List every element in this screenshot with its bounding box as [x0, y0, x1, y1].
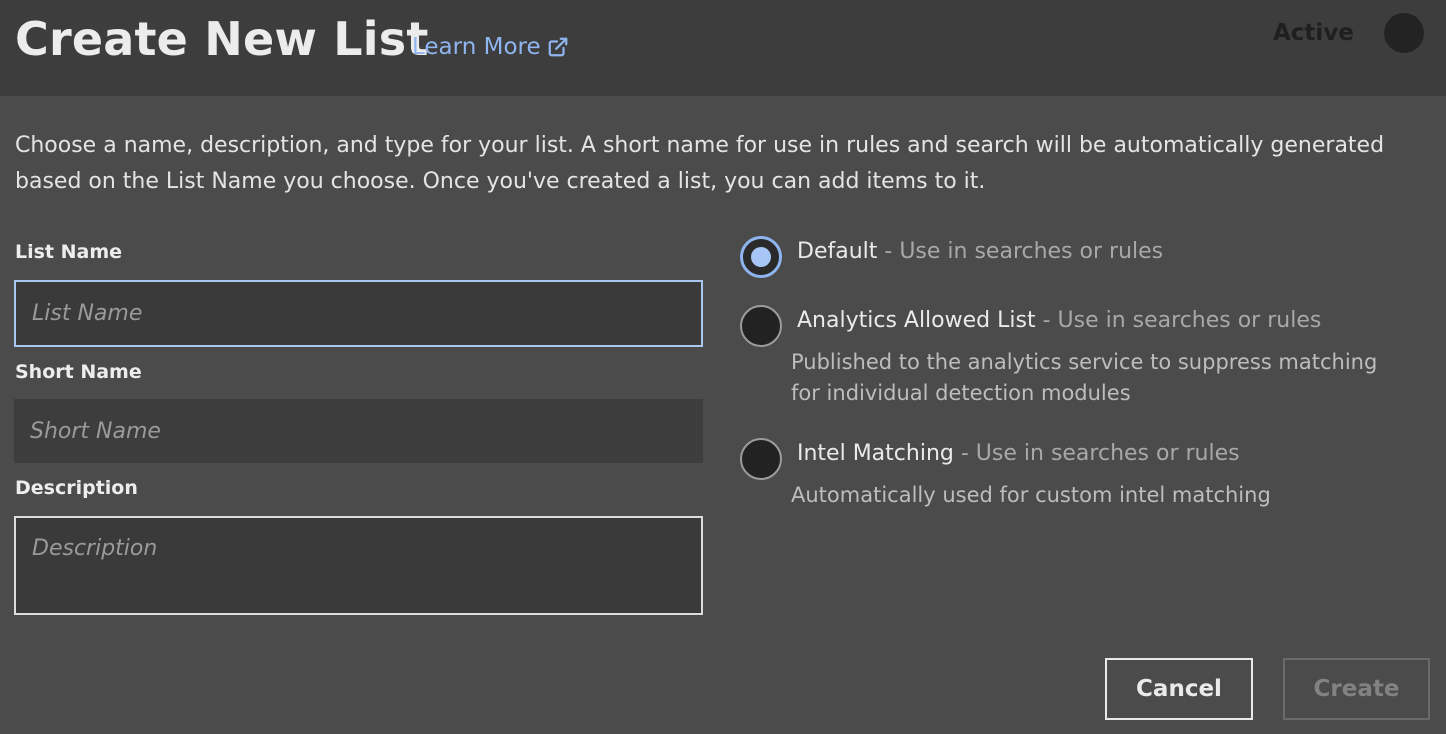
list-type-subtitle: Use in searches or rules	[899, 239, 1164, 264]
short-name-label: Short Name	[15, 361, 142, 383]
list-type-subtitle: Use in searches or rules	[975, 441, 1240, 466]
short-name-input	[14, 399, 703, 463]
learn-more-link[interactable]: Learn More	[412, 34, 569, 60]
list-type-separator: -	[1035, 308, 1058, 333]
dialog-header: Create New List Learn More Active	[0, 0, 1446, 96]
create-button[interactable]: Create	[1283, 658, 1430, 720]
list-type-name: Analytics Allowed List	[797, 308, 1036, 333]
radio-intel-matching[interactable]	[740, 438, 782, 480]
radio-analytics-allowed[interactable]	[740, 305, 782, 347]
active-label: Active	[1273, 20, 1354, 46]
list-type-name: Default	[797, 239, 878, 264]
external-link-icon	[548, 37, 567, 57]
description-label: Description	[15, 477, 138, 499]
list-type-name: Intel Matching	[797, 441, 954, 466]
active-toggle[interactable]	[1384, 13, 1424, 53]
learn-more-label: Learn More	[412, 34, 541, 60]
list-type-description: Published to the analytics service to su…	[791, 350, 1378, 405]
list-type-separator: -	[953, 441, 976, 466]
description-input[interactable]	[14, 516, 703, 615]
page-title: Create New List	[15, 12, 429, 66]
list-type-description: Automatically used for custom intel matc…	[791, 483, 1271, 507]
intro-text: Choose a name, description, and type for…	[15, 133, 1385, 194]
list-name-input[interactable]	[14, 280, 703, 347]
list-type-separator: -	[877, 239, 900, 264]
cancel-button[interactable]: Cancel	[1105, 658, 1253, 720]
radio-default[interactable]	[740, 236, 782, 278]
list-name-label: List Name	[15, 241, 123, 263]
list-type-subtitle: Use in searches or rules	[1057, 308, 1322, 333]
